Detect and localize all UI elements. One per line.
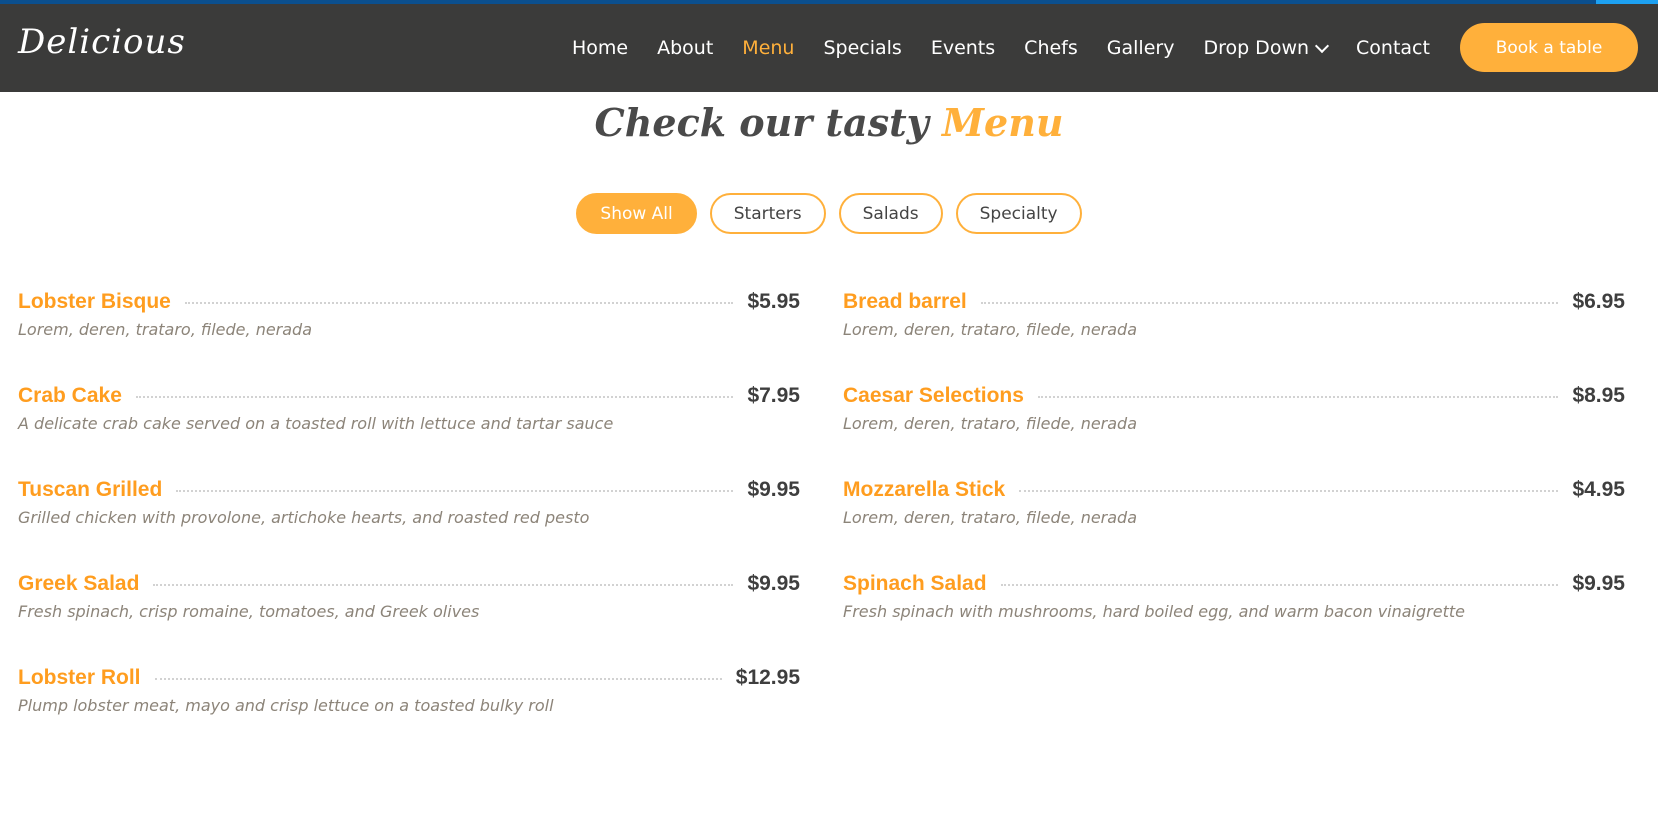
menu-item: Spinach Salad $9.95 Fresh spinach with m… xyxy=(843,569,1625,663)
menu-item: Bread barrel $6.95 Lorem, deren, trataro… xyxy=(843,287,1625,381)
menu-column-left: Lobster Bisque $5.95 Lorem, deren, trata… xyxy=(18,287,800,757)
section-title: Check our tasty Menu xyxy=(0,100,1658,145)
nav-item-label: Drop Down xyxy=(1203,37,1310,59)
section-title-accent: Menu xyxy=(941,100,1064,145)
nav-item-about[interactable]: About xyxy=(657,37,713,59)
dotted-leader xyxy=(135,396,734,398)
menu-item: Lobster Roll $12.95 Plump lobster meat, … xyxy=(18,663,800,757)
menu-item-price: $4.95 xyxy=(1572,478,1625,501)
dotted-leader xyxy=(176,490,734,492)
menu-item-name[interactable]: Caesar Selections xyxy=(843,384,1024,408)
filter-specialty[interactable]: Specialty xyxy=(955,193,1082,234)
menu-item-price: $6.95 xyxy=(1572,290,1625,313)
menu-item: Caesar Selections $8.95 Lorem, deren, tr… xyxy=(843,381,1625,475)
dotted-leader xyxy=(980,302,1559,304)
nav-item-dropdown[interactable]: Drop Down xyxy=(1203,37,1330,59)
chevron-down-icon xyxy=(1314,38,1330,53)
nav-item-home[interactable]: Home xyxy=(572,37,628,59)
site-logo[interactable]: Delicious xyxy=(18,22,186,62)
dotted-leader xyxy=(154,678,722,680)
menu-item-price: $7.95 xyxy=(747,384,800,407)
nav-item-specials[interactable]: Specials xyxy=(823,37,901,59)
section-title-prefix: Check our tasty xyxy=(594,100,929,145)
menu-item: Mozzarella Stick $4.95 Lorem, deren, tra… xyxy=(843,475,1625,569)
book-table-button[interactable]: Book a table xyxy=(1460,23,1638,72)
menu-item-price: $9.95 xyxy=(747,572,800,595)
menu-item-name[interactable]: Crab Cake xyxy=(18,384,122,408)
nav-item-label: Chefs xyxy=(1024,37,1078,59)
menu-column-right: Bread barrel $6.95 Lorem, deren, trataro… xyxy=(843,287,1625,663)
menu-filters: Show All Starters Salads Specialty xyxy=(0,193,1658,234)
menu-item-price: $5.95 xyxy=(747,290,800,313)
menu-item-description: Lorem, deren, trataro, filede, nerada xyxy=(843,414,1138,433)
menu-item-price: $9.95 xyxy=(747,478,800,501)
nav-item-label: Home xyxy=(572,37,629,59)
menu-item-description: Fresh spinach with mushrooms, hard boile… xyxy=(843,602,1465,621)
menu-item: Lobster Bisque $5.95 Lorem, deren, trata… xyxy=(18,287,800,381)
dotted-leader xyxy=(1000,584,1559,586)
menu-item-description: Plump lobster meat, mayo and crisp lettu… xyxy=(18,696,554,715)
menu-item-name[interactable]: Lobster Bisque xyxy=(18,290,171,314)
nav-item-menu[interactable]: Menu xyxy=(742,37,794,59)
menu-item-name[interactable]: Tuscan Grilled xyxy=(18,478,162,502)
menu-item-description: A delicate crab cake served on a toasted… xyxy=(18,414,614,433)
menu-item-price: $8.95 xyxy=(1572,384,1625,407)
nav-item-chefs[interactable]: Chefs xyxy=(1024,37,1078,59)
nav-item-contact[interactable]: Contact xyxy=(1356,37,1430,59)
menu-item-description: Lorem, deren, trataro, filede, nerada xyxy=(843,320,1138,339)
menu-item: Tuscan Grilled $9.95 Grilled chicken wit… xyxy=(18,475,800,569)
filter-show-all[interactable]: Show All xyxy=(576,193,697,234)
nav-item-events[interactable]: Events xyxy=(931,37,995,59)
menu-item-description: Lorem, deren, trataro, filede, nerada xyxy=(18,320,313,339)
nav-item-label: About xyxy=(657,37,714,59)
nav-item-label: Menu xyxy=(742,37,795,59)
nav-item-label: Gallery xyxy=(1106,37,1175,59)
menu-item-description: Fresh spinach, crisp romaine, tomatoes, … xyxy=(18,602,480,621)
menu-item-price: $12.95 xyxy=(735,666,800,689)
menu-item-name[interactable]: Mozzarella Stick xyxy=(843,478,1005,502)
filter-salads[interactable]: Salads xyxy=(838,193,943,234)
nav-item-label: Events xyxy=(930,37,996,59)
site-header: Delicious Home About Menu Specials Event… xyxy=(0,4,1658,92)
main-nav: Home About Menu Specials Events Chefs Ga… xyxy=(572,4,1459,92)
menu-item-name[interactable]: Spinach Salad xyxy=(843,572,987,596)
nav-item-label: Specials xyxy=(823,37,902,59)
menu-item-name[interactable]: Bread barrel xyxy=(843,290,967,314)
menu-item: Greek Salad $9.95 Fresh spinach, crisp r… xyxy=(18,569,800,663)
menu-item-price: $9.95 xyxy=(1572,572,1625,595)
dotted-leader xyxy=(1037,396,1559,398)
dotted-leader xyxy=(184,302,734,304)
menu-item-description: Lorem, deren, trataro, filede, nerada xyxy=(843,508,1138,527)
menu-item-name[interactable]: Lobster Roll xyxy=(18,666,141,690)
menu-item-name[interactable]: Greek Salad xyxy=(18,572,139,596)
dotted-leader xyxy=(153,584,734,586)
menu-item-description: Grilled chicken with provolone, artichok… xyxy=(18,508,590,527)
nav-item-label: Contact xyxy=(1356,37,1430,59)
menu-item: Crab Cake $7.95 A delicate crab cake ser… xyxy=(18,381,800,475)
nav-item-gallery[interactable]: Gallery xyxy=(1107,37,1175,59)
dotted-leader xyxy=(1019,490,1559,492)
filter-starters[interactable]: Starters xyxy=(709,193,826,234)
